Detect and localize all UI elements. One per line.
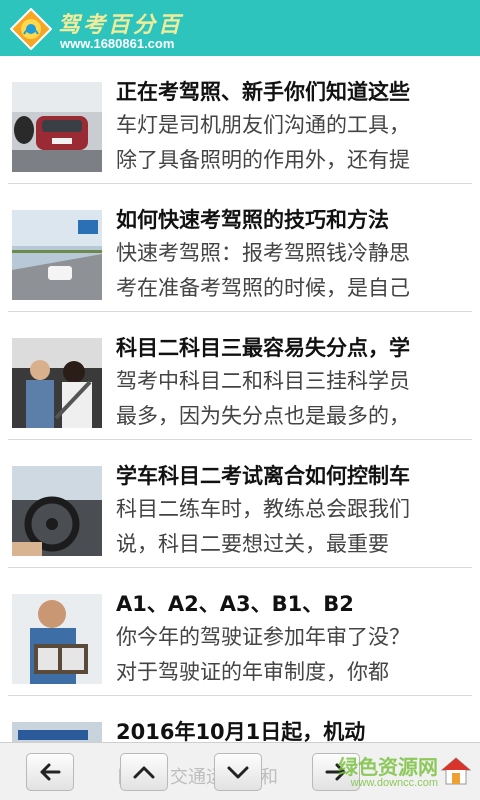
article-thumbnail [12,210,102,300]
article-title[interactable]: A1、A2、A3、B1、B2 [116,588,472,618]
chevron-up-icon [133,766,155,779]
bottom-nav-bar: 日起，交通运输部和 绿色资源网 www.downcc.com [0,742,480,800]
article-title[interactable]: 正在考驾照、新手你们知道这些 [116,76,472,106]
site-url: www.1680861.com [60,36,175,51]
article-thumbnail [12,722,102,742]
summary-line: 你今年的驾驶证参加年审了没？ [116,625,410,649]
summary-line: 快速考驾照：报考驾照钱冷静思 [116,241,410,265]
article-summary: 科目二练车时，教练总会跟我们 说，科目二要想过关，最重要 [116,492,472,562]
app-logo [10,8,52,50]
article-summary: 车灯是司机朋友们沟通的工具， 除了具备照明的作用外，还有提 [116,108,472,178]
article-summary: 你今年的驾驶证参加年审了没？ 对于驾驶证的年审制度，你都 [116,620,472,690]
brand-name: 驾考百分百 [58,12,184,38]
summary-line: 考在准备考驾照的时候，是自己 [116,276,410,300]
summary-line: 驾考中科目二和科目三挂科学员 [116,369,410,393]
home-icon[interactable] [440,755,472,787]
app-header: 驾考百分百 www.1680861.com [0,0,480,56]
article-summary: 快速考驾照：报考驾照钱冷静思 考在准备考驾照的时候，是自己 [116,236,472,306]
article-item[interactable]: A1、A2、A3、B1、B2 你今年的驾驶证参加年审了没？ 对于驾驶证的年审制度… [0,568,480,696]
summary-line: 最多，因为失分点也是最多的， [116,404,410,428]
article-item[interactable]: 正在考驾照、新手你们知道这些 车灯是司机朋友们沟通的工具， 除了具备照明的作用外… [0,56,480,184]
arrow-left-icon [40,763,61,781]
watermark: 绿色资源网 www.downcc.com [338,749,472,795]
watermark-text: 绿色资源网 [338,755,438,779]
article-list[interactable]: 正在考驾照、新手你们知道这些 车灯是司机朋友们沟通的工具， 除了具备照明的作用外… [0,56,480,742]
article-thumbnail [12,466,102,556]
article-thumbnail [12,594,102,684]
article-title[interactable]: 学车科目二考试离合如何控制车 [116,460,472,490]
scroll-down-button[interactable] [214,753,262,791]
scroll-up-button[interactable] [120,753,168,791]
article-title[interactable]: 2016年10月1日起，机动 [116,716,472,742]
article-thumbnail [12,82,102,172]
back-button[interactable] [26,753,74,791]
article-item[interactable]: 如何快速考驾照的技巧和方法 快速考驾照：报考驾照钱冷静思 考在准备考驾照的时候，… [0,184,480,312]
article-item[interactable]: 2016年10月1日起，机动 [0,696,480,742]
article-title[interactable]: 科目二科目三最容易失分点，学 [116,332,472,362]
summary-line: 对于驾驶证的年审制度，你都 [116,660,389,684]
article-item[interactable]: 科目二科目三最容易失分点，学 驾考中科目二和科目三挂科学员 最多，因为失分点也是… [0,312,480,440]
article-title[interactable]: 如何快速考驾照的技巧和方法 [116,204,472,234]
watermark-url: www.downcc.com [350,777,438,789]
article-summary: 驾考中科目二和科目三挂科学员 最多，因为失分点也是最多的， [116,364,472,434]
summary-line: 科目二练车时，教练总会跟我们 [116,497,410,521]
summary-line: 说，科目二要想过关，最重要 [116,532,389,556]
chevron-down-icon [227,766,249,779]
article-thumbnail [12,338,102,428]
summary-line: 车灯是司机朋友们沟通的工具， [116,113,410,137]
summary-line: 除了具备照明的作用外，还有提 [116,148,410,172]
article-item[interactable]: 学车科目二考试离合如何控制车 科目二练车时，教练总会跟我们 说，科目二要想过关，… [0,440,480,568]
